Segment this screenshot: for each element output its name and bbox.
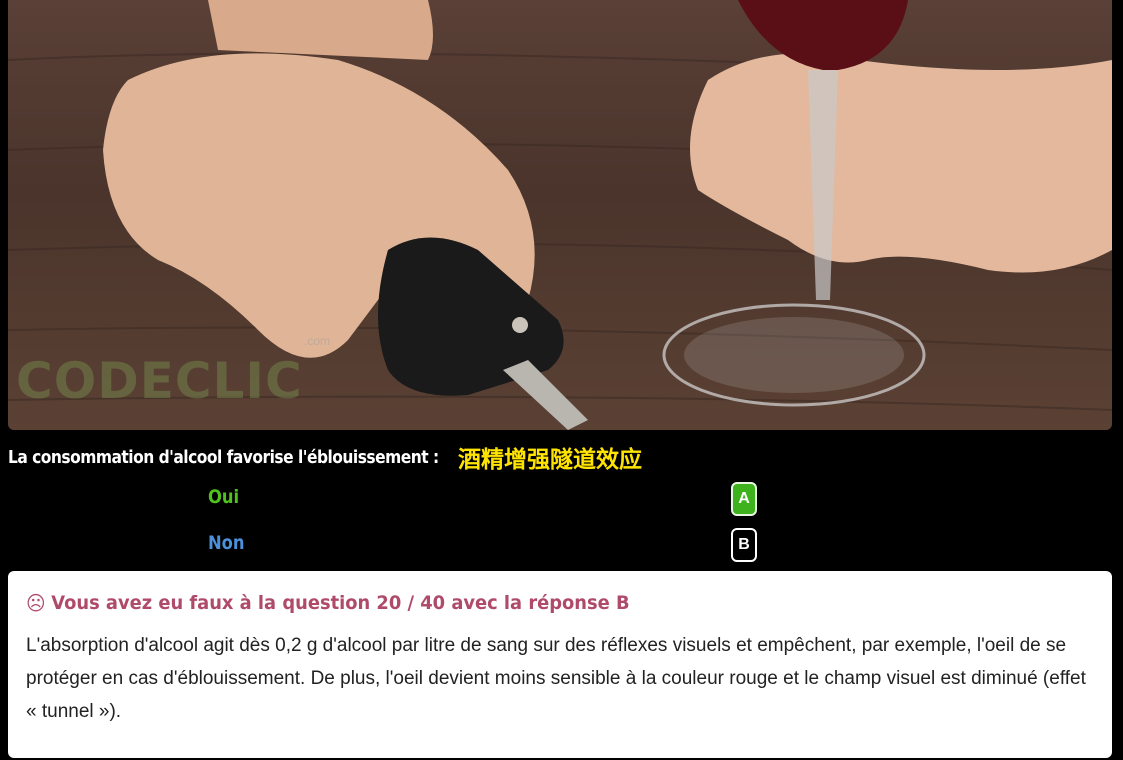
question-text: La consommation d'alcool favorise l'éblo… <box>8 446 439 468</box>
question-photo: CODECLIC .com <box>8 0 1112 430</box>
feedback-title: Vous avez eu faux à la question 20 / 40 … <box>51 592 630 614</box>
answer-key-b[interactable]: B <box>731 528 757 562</box>
watermark-suffix: .com <box>304 334 331 348</box>
answer-key-a[interactable]: A <box>731 482 757 516</box>
answer-label-oui[interactable]: Oui <box>208 486 239 508</box>
frown-icon: ☹ <box>26 591 46 615</box>
feedback-title-row: ☹ Vous avez eu faux à la question 20 / 4… <box>26 591 1030 615</box>
question-translation: 酒精增强隧道效应 <box>458 446 642 472</box>
feedback-panel: ☹ Vous avez eu faux à la question 20 / 4… <box>8 571 1112 758</box>
watermark-logo: CODECLIC <box>16 352 303 410</box>
answer-label-non[interactable]: Non <box>208 532 245 554</box>
feedback-explanation: L'absorption d'alcool agit dès 0,2 g d'a… <box>26 635 1086 722</box>
question-row: La consommation d'alcool favorise l'éblo… <box>8 440 642 474</box>
